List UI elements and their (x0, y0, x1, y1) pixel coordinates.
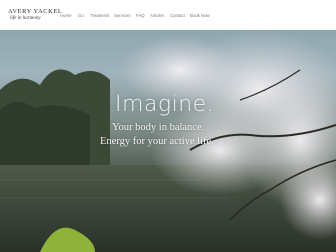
nav-item-go[interactable]: Go (78, 13, 84, 18)
nav-item-treatment[interactable]: Treatment (90, 13, 109, 18)
logo[interactable]: AVERY YACKEL life in harmony (8, 8, 62, 24)
nav-item-services[interactable]: Services (114, 13, 130, 18)
nav-item-contact[interactable]: Contact (170, 13, 185, 18)
nav-item-faq[interactable]: FAQ (136, 13, 145, 18)
hero-subline-1: Your body in balance. (112, 122, 205, 133)
nav-item-book-now[interactable]: Book Now (190, 13, 210, 18)
logo-tagline: life in harmony (10, 16, 41, 21)
site-header: AVERY YACKEL life in harmony Home Go Tre… (0, 0, 336, 30)
hero-subline-2: Energy for your active life. (100, 136, 214, 147)
hero-headline: Imagine. (115, 92, 215, 117)
nav-item-articles[interactable]: Articles (150, 13, 164, 18)
nav-item-home[interactable]: Home (60, 13, 71, 18)
logo-name: AVERY YACKEL (8, 8, 63, 15)
hero-banner: Imagine. Your body in balance. Energy fo… (0, 30, 336, 252)
